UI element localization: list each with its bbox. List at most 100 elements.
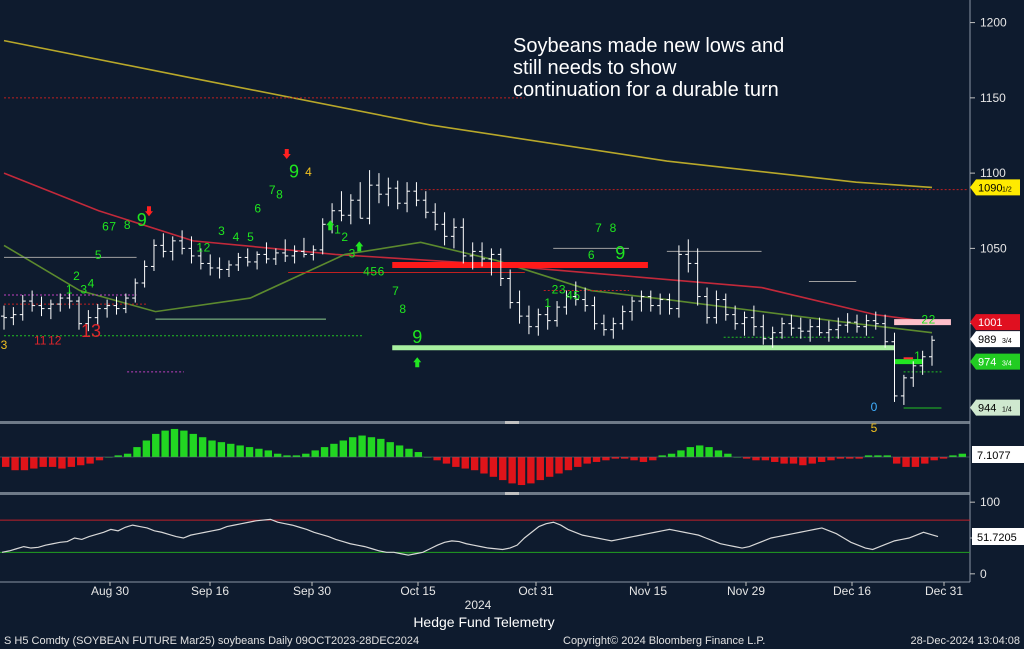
histogram-bar <box>358 435 366 457</box>
histogram-bar <box>780 457 788 464</box>
histogram-bar <box>696 445 704 457</box>
x-tick-label: Sep 16 <box>191 584 229 598</box>
price-tag: 974 3/4 <box>970 353 1020 370</box>
histogram-bar <box>752 457 760 461</box>
price-tick-label: 1150 <box>980 91 1006 105</box>
histogram-bar <box>123 453 132 457</box>
price-tag: 944 1/4 <box>970 399 1020 416</box>
histogram-bar <box>789 457 798 464</box>
td-count-label: 2 <box>552 283 559 297</box>
histogram-bar <box>377 438 385 457</box>
histogram-bar <box>320 447 329 457</box>
histogram-bar <box>902 457 910 467</box>
histogram-bar <box>67 457 76 467</box>
histogram-bar <box>808 457 816 464</box>
td-count-label: 7 <box>392 284 399 298</box>
rsi-tag-text: 51.7205 <box>977 532 1017 544</box>
histogram-bar <box>602 457 610 461</box>
td-count-label: 7 <box>595 221 602 235</box>
histogram-bar <box>86 457 94 464</box>
histogram-bar <box>714 450 723 457</box>
td-count-label: 6 <box>102 219 109 233</box>
histogram-tag-text: 7.1077 <box>977 450 1011 462</box>
footer-copyright: Copyright© 2024 Bloomberg Finance L.P. <box>563 635 765 647</box>
histogram-bar <box>592 457 601 462</box>
histogram-bar <box>255 448 263 457</box>
histogram-bar <box>442 457 451 464</box>
footer-timestamp: 28-Dec-2024 13:04:08 <box>911 635 1020 647</box>
histogram-bar <box>771 457 779 462</box>
histogram-bar <box>452 457 460 467</box>
separator-hist-rsi[interactable] <box>0 492 970 495</box>
footer-ticker: S H5 Comdty (SOYBEAN FUTURE Mar25) soybe… <box>4 635 419 647</box>
histogram-bar <box>686 447 695 457</box>
histogram-bar <box>470 457 479 471</box>
rsi-tick-label: 0 <box>980 567 987 581</box>
td-count-label: 3 <box>1 338 8 352</box>
histogram-bar <box>95 457 104 461</box>
histogram-bar <box>11 457 19 471</box>
td-count-label: 2 <box>73 269 80 283</box>
histogram-bar <box>302 453 310 457</box>
histogram-bar <box>667 453 676 457</box>
histogram-bar <box>958 453 966 457</box>
date-axis: Aug 30 Sep 16 Sep 30 Oct 15 Oct 31 Nov 15 Nov … <box>91 582 963 598</box>
histogram-bar <box>367 437 376 457</box>
separator-grip-2[interactable] <box>505 492 519 495</box>
td-count-label: 5 <box>247 230 254 244</box>
annotation-line-3: continuation for a durable turn <box>513 79 779 101</box>
histogram-bar <box>574 457 582 467</box>
histogram-bar <box>330 443 338 457</box>
histogram-bar <box>311 450 319 457</box>
rsi-value-tag: 51.7205 <box>972 528 1024 545</box>
histogram-bar <box>536 457 544 481</box>
histogram-bar <box>817 457 826 462</box>
td-count-label: 2 <box>204 240 211 254</box>
footer-center: Hedge Fund Telemetry <box>413 614 554 630</box>
histogram-bar <box>48 457 57 467</box>
price-tag-label: 1001 <box>978 317 1002 329</box>
price-tag-label: 989 <box>978 334 996 346</box>
separator-grip-1[interactable] <box>505 421 519 424</box>
price-tag-label: 974 <box>978 357 996 369</box>
td-count-label: 5 <box>370 264 377 278</box>
histogram-bar <box>677 450 685 457</box>
td-count-label: 8 <box>124 218 131 232</box>
histogram-bar <box>705 447 713 457</box>
td-count-label: 7 <box>109 219 116 233</box>
histogram-bar <box>133 447 141 457</box>
histogram-bar <box>170 428 179 457</box>
price-tag-label: 1090 <box>978 182 1002 194</box>
histogram-bar <box>208 440 216 457</box>
price-tag: 1090 1/2 <box>970 179 1020 196</box>
histogram-bar <box>564 457 573 471</box>
histogram-bar <box>414 452 423 457</box>
td-count-label: 4 <box>305 165 312 179</box>
td-count-label: 3 <box>218 224 225 238</box>
x-tick-label: Oct 31 <box>518 584 554 598</box>
price-tag: 989 3/4 <box>970 331 1020 348</box>
histogram-bar <box>142 440 151 457</box>
histogram-bar <box>152 433 160 457</box>
td-count-label: 1 <box>66 283 73 297</box>
price-tag-fraction: 1/2 <box>1002 186 1012 193</box>
td-count-label: 11 <box>34 334 47 348</box>
separator-price-hist[interactable] <box>0 421 970 424</box>
histogram-bar <box>236 445 244 457</box>
x-tick-label: Nov 29 <box>727 584 765 598</box>
histogram-bar <box>630 457 638 461</box>
price-tick-label: 1200 <box>980 16 1007 30</box>
td-count-label: 4 <box>233 230 240 244</box>
td-count-label: 9 <box>137 210 147 230</box>
annotation-line-1: Soybeans made new lows and <box>513 35 784 57</box>
td-count-label: 7 <box>269 183 276 197</box>
histogram-bar <box>77 457 85 466</box>
histogram-bar <box>761 457 770 461</box>
histogram-bar <box>58 457 66 469</box>
rsi-tick-label: 100 <box>980 495 1000 509</box>
histogram-bar <box>227 443 235 457</box>
price-tag-fraction: 3/4 <box>1002 361 1012 368</box>
price-tag-label: 944 <box>978 403 996 415</box>
histogram-bar <box>161 430 169 457</box>
td-count-label: 2 <box>341 230 348 244</box>
